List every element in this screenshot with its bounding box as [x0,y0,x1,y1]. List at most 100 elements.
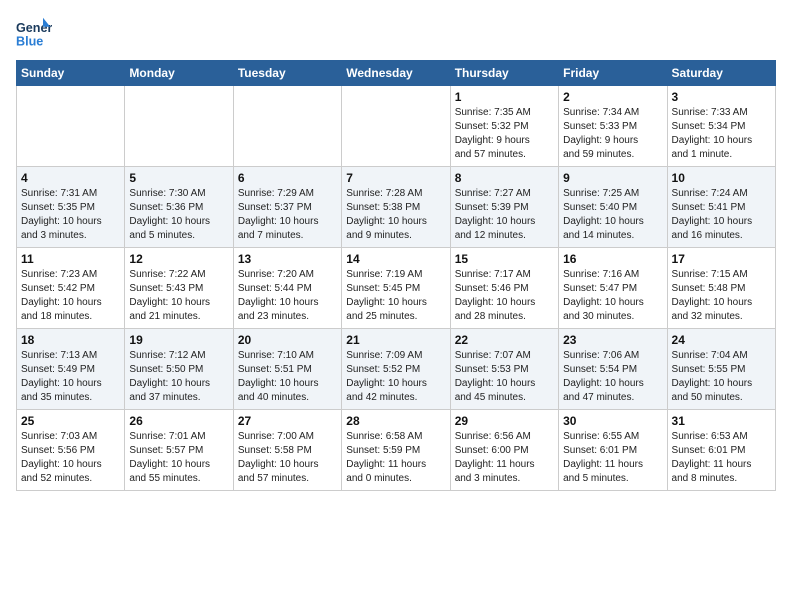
day-info: Sunrise: 7:03 AM Sunset: 5:56 PM Dayligh… [21,430,120,486]
day-info: Sunrise: 6:55 AM Sunset: 6:01 PM Dayligh… [563,430,662,486]
day-number: 8 [455,171,554,185]
day-cell [233,86,341,167]
day-info: Sunrise: 7:10 AM Sunset: 5:51 PM Dayligh… [238,349,337,405]
day-cell: 18 Sunrise: 7:13 AM Sunset: 5:49 PM Dayli… [17,329,125,410]
day-cell: 3 Sunrise: 7:33 AM Sunset: 5:34 PM Daylig… [667,86,775,167]
day-number: 10 [672,171,771,185]
day-cell: 27 Sunrise: 7:00 AM Sunset: 5:58 PM Dayli… [233,410,341,491]
column-header-saturday: Saturday [667,61,775,86]
day-number: 25 [21,414,120,428]
day-cell [125,86,233,167]
day-cell: 24Sunrise: 7:04 AM Sunset: 5:55 PM Dayli… [667,329,775,410]
day-cell: 15 Sunrise: 7:17 AM Sunset: 5:46 PM Dayli… [450,248,558,329]
week-row-4: 18 Sunrise: 7:13 AM Sunset: 5:49 PM Dayli… [17,329,776,410]
day-number: 3 [672,90,771,104]
day-number: 31 [672,414,771,428]
day-number: 2 [563,90,662,104]
day-cell: 17 Sunrise: 7:15 AM Sunset: 5:48 PM Dayli… [667,248,775,329]
day-number: 21 [346,333,445,347]
day-info: Sunrise: 6:53 AM Sunset: 6:01 PM Dayligh… [672,430,771,486]
day-cell: 13Sunrise: 7:20 AM Sunset: 5:44 PM Dayli… [233,248,341,329]
day-number: 30 [563,414,662,428]
day-number: 17 [672,252,771,266]
day-cell: 25 Sunrise: 7:03 AM Sunset: 5:56 PM Dayli… [17,410,125,491]
day-info: Sunrise: 7:15 AM Sunset: 5:48 PM Dayligh… [672,268,771,324]
column-header-monday: Monday [125,61,233,86]
day-cell: 21 Sunrise: 7:09 AM Sunset: 5:52 PM Dayli… [342,329,450,410]
day-info: Sunrise: 7:07 AM Sunset: 5:53 PM Dayligh… [455,349,554,405]
day-info: Sunrise: 7:19 AM Sunset: 5:45 PM Dayligh… [346,268,445,324]
day-info: Sunrise: 7:16 AM Sunset: 5:47 PM Dayligh… [563,268,662,324]
week-row-5: 25 Sunrise: 7:03 AM Sunset: 5:56 PM Dayli… [17,410,776,491]
day-cell: 30 Sunrise: 6:55 AM Sunset: 6:01 PM Dayli… [559,410,667,491]
day-number: 27 [238,414,337,428]
column-header-wednesday: Wednesday [342,61,450,86]
day-cell: 28 Sunrise: 6:58 AM Sunset: 5:59 PM Dayli… [342,410,450,491]
day-cell: 9Sunrise: 7:25 AM Sunset: 5:40 PM Daylig… [559,167,667,248]
day-number: 9 [563,171,662,185]
logo: General Blue [16,16,56,52]
day-info: Sunrise: 6:58 AM Sunset: 5:59 PM Dayligh… [346,430,445,486]
day-info: Sunrise: 7:23 AM Sunset: 5:42 PM Dayligh… [21,268,120,324]
day-cell: 6 Sunrise: 7:29 AM Sunset: 5:37 PM Daylig… [233,167,341,248]
day-info: Sunrise: 7:09 AM Sunset: 5:52 PM Dayligh… [346,349,445,405]
logo-icon: General Blue [16,16,52,52]
day-info: Sunrise: 7:00 AM Sunset: 5:58 PM Dayligh… [238,430,337,486]
day-cell [17,86,125,167]
day-number: 7 [346,171,445,185]
day-info: Sunrise: 7:33 AM Sunset: 5:34 PM Dayligh… [672,106,771,162]
day-number: 4 [21,171,120,185]
day-cell: 26Sunrise: 7:01 AM Sunset: 5:57 PM Dayli… [125,410,233,491]
day-info: Sunrise: 7:17 AM Sunset: 5:46 PM Dayligh… [455,268,554,324]
day-cell: 8 Sunrise: 7:27 AM Sunset: 5:39 PM Daylig… [450,167,558,248]
day-info: Sunrise: 7:13 AM Sunset: 5:49 PM Dayligh… [21,349,120,405]
day-info: Sunrise: 7:20 AM Sunset: 5:44 PM Dayligh… [238,268,337,324]
day-info: Sunrise: 7:29 AM Sunset: 5:37 PM Dayligh… [238,187,337,243]
week-row-2: 4 Sunrise: 7:31 AM Sunset: 5:35 PM Daylig… [17,167,776,248]
svg-text:Blue: Blue [16,35,43,49]
day-cell: 10 Sunrise: 7:24 AM Sunset: 5:41 PM Dayli… [667,167,775,248]
day-number: 20 [238,333,337,347]
day-info: Sunrise: 7:28 AM Sunset: 5:38 PM Dayligh… [346,187,445,243]
column-header-sunday: Sunday [17,61,125,86]
day-number: 22 [455,333,554,347]
day-info: Sunrise: 7:22 AM Sunset: 5:43 PM Dayligh… [129,268,228,324]
day-number: 12 [129,252,228,266]
day-info: Sunrise: 6:56 AM Sunset: 6:00 PM Dayligh… [455,430,554,486]
column-header-tuesday: Tuesday [233,61,341,86]
day-number: 18 [21,333,120,347]
day-info: Sunrise: 7:34 AM Sunset: 5:33 PM Dayligh… [563,106,662,162]
day-cell: 16 Sunrise: 7:16 AM Sunset: 5:47 PM Dayli… [559,248,667,329]
day-info: Sunrise: 7:04 AM Sunset: 5:55 PM Dayligh… [672,349,771,405]
day-cell: 31 Sunrise: 6:53 AM Sunset: 6:01 PM Dayli… [667,410,775,491]
day-info: Sunrise: 7:35 AM Sunset: 5:32 PM Dayligh… [455,106,554,162]
day-cell: 1Sunrise: 7:35 AM Sunset: 5:32 PM Daylig… [450,86,558,167]
day-number: 6 [238,171,337,185]
column-header-friday: Friday [559,61,667,86]
day-cell: 2 Sunrise: 7:34 AM Sunset: 5:33 PM Daylig… [559,86,667,167]
week-row-3: 11 Sunrise: 7:23 AM Sunset: 5:42 PM Dayli… [17,248,776,329]
day-number: 28 [346,414,445,428]
day-number: 14 [346,252,445,266]
page-header: General Blue [16,16,776,52]
day-info: Sunrise: 7:06 AM Sunset: 5:54 PM Dayligh… [563,349,662,405]
day-number: 26 [129,414,228,428]
day-cell: 11 Sunrise: 7:23 AM Sunset: 5:42 PM Dayli… [17,248,125,329]
day-number: 15 [455,252,554,266]
day-info: Sunrise: 7:27 AM Sunset: 5:39 PM Dayligh… [455,187,554,243]
day-number: 5 [129,171,228,185]
day-number: 16 [563,252,662,266]
day-cell: 5Sunrise: 7:30 AM Sunset: 5:36 PM Daylig… [125,167,233,248]
day-cell: 29Sunrise: 6:56 AM Sunset: 6:00 PM Dayli… [450,410,558,491]
day-info: Sunrise: 7:24 AM Sunset: 5:41 PM Dayligh… [672,187,771,243]
day-number: 19 [129,333,228,347]
day-cell: 23Sunrise: 7:06 AM Sunset: 5:54 PM Dayli… [559,329,667,410]
day-cell: 20 Sunrise: 7:10 AM Sunset: 5:51 PM Dayli… [233,329,341,410]
column-header-thursday: Thursday [450,61,558,86]
day-cell: 14 Sunrise: 7:19 AM Sunset: 5:45 PM Dayli… [342,248,450,329]
day-number: 11 [21,252,120,266]
day-info: Sunrise: 7:31 AM Sunset: 5:35 PM Dayligh… [21,187,120,243]
day-cell: 12 Sunrise: 7:22 AM Sunset: 5:43 PM Dayli… [125,248,233,329]
week-row-1: 1Sunrise: 7:35 AM Sunset: 5:32 PM Daylig… [17,86,776,167]
day-info: Sunrise: 7:12 AM Sunset: 5:50 PM Dayligh… [129,349,228,405]
